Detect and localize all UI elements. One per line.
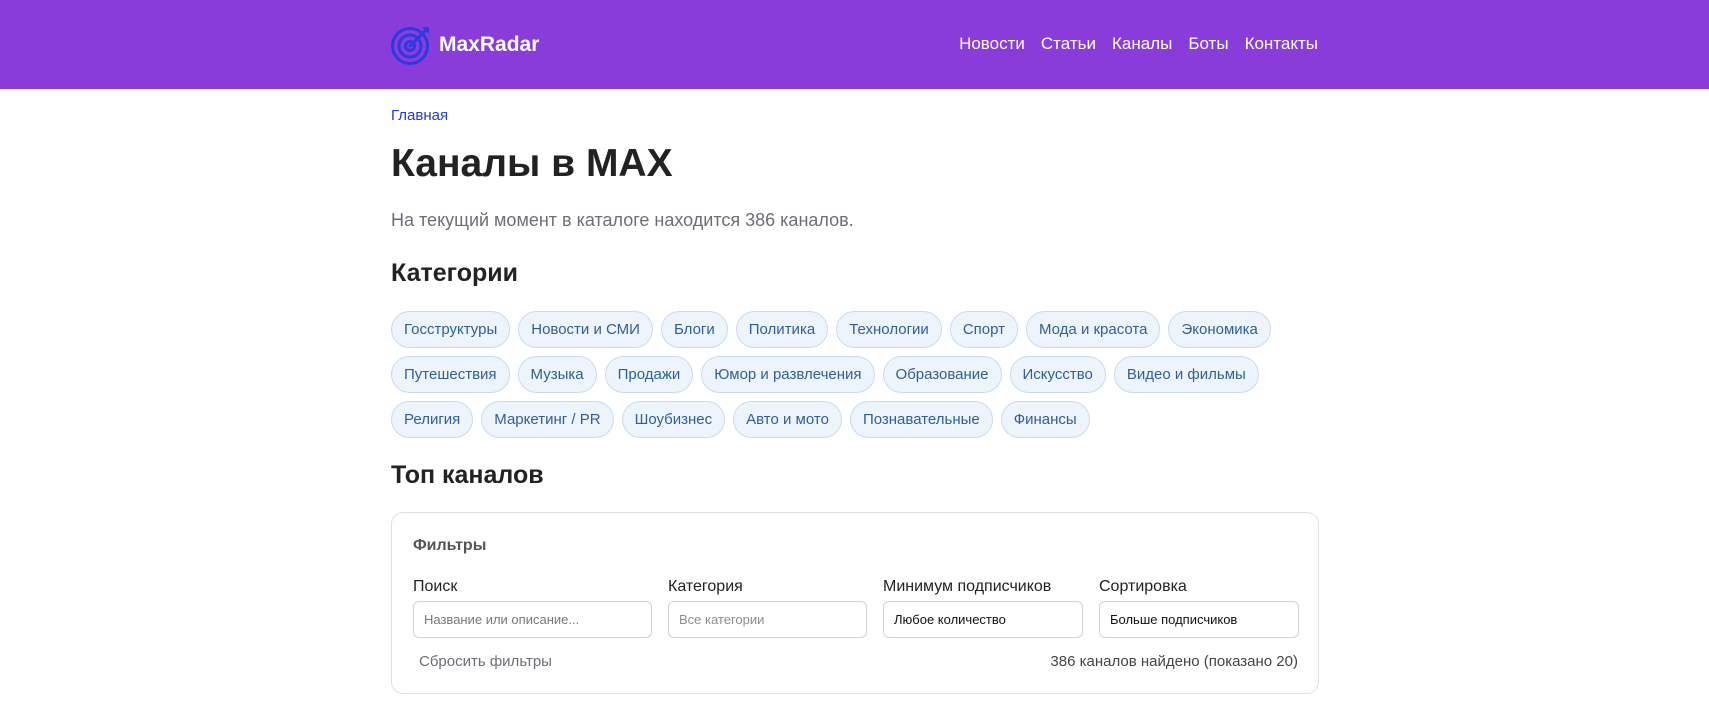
sort-label: Сортировка — [1099, 578, 1187, 595]
category-chip[interactable]: Религия — [391, 401, 474, 438]
nav-bots[interactable]: Боты — [1188, 31, 1228, 57]
category-chip[interactable]: Новости и СМИ — [518, 311, 653, 348]
category-label: Категория — [668, 578, 743, 595]
category-chip[interactable]: Финансы — [1000, 401, 1090, 438]
categories-heading: Категории — [391, 259, 518, 287]
category-chip[interactable]: Спорт — [949, 311, 1018, 348]
category-chip[interactable]: Блоги — [660, 311, 728, 348]
category-chip[interactable]: Мода и красота — [1026, 311, 1161, 348]
min-subscribers-select[interactable]: Любое количество — [883, 601, 1083, 638]
category-chip[interactable]: Госструктуры — [391, 311, 511, 348]
search-field: Поиск — [413, 578, 652, 638]
sort-field: Сортировка Больше подписчиков — [1099, 578, 1299, 638]
category-chip[interactable]: Искусство — [1009, 356, 1106, 393]
category-chip[interactable]: Авто и мото — [733, 401, 842, 438]
nav-news[interactable]: Новости — [959, 31, 1025, 57]
category-chip[interactable]: Образование — [882, 356, 1002, 393]
search-label: Поиск — [413, 578, 458, 595]
filters-title: Фильтры — [413, 537, 487, 554]
category-chip[interactable]: Политика — [735, 311, 829, 348]
category-chip[interactable]: Музыка — [517, 356, 597, 393]
nav-contacts[interactable]: Контакты — [1245, 31, 1318, 57]
breadcrumb-home[interactable]: Главная — [391, 107, 448, 124]
brand-link[interactable]: MaxRadar — [391, 25, 539, 65]
category-field: Категория Все категории — [668, 578, 867, 638]
category-chip[interactable]: Видео и фильмы — [1113, 356, 1259, 393]
min-subscribers-field: Минимум подписчиков Любое количество — [883, 578, 1083, 638]
category-chip[interactable]: Путешествия — [391, 356, 510, 393]
category-chip[interactable]: Продажи — [604, 356, 694, 393]
target-icon — [391, 27, 429, 65]
page-title: Каналы в MAX — [391, 142, 673, 185]
reset-filters-button[interactable]: Сбросить фильтры — [419, 653, 552, 670]
category-chip[interactable]: Познавательные — [849, 401, 993, 438]
brand-name: MaxRadar — [439, 33, 540, 56]
top-channels-heading: Топ каналов — [391, 461, 544, 489]
category-chip[interactable]: Технологии — [836, 311, 942, 348]
category-list: Госструктуры Новости и СМИ Блоги Политик… — [391, 311, 1319, 446]
catalog-count-text: На текущий момент в каталоге находится 3… — [391, 210, 854, 230]
category-chip[interactable]: Экономика — [1168, 311, 1271, 348]
filters-panel: Фильтры Поиск Категория Все категории Ми… — [391, 512, 1319, 694]
nav-articles[interactable]: Статьи — [1041, 31, 1096, 57]
site-header: MaxRadar Новости Статьи Каналы Боты Конт… — [0, 0, 1709, 89]
nav-channels[interactable]: Каналы — [1112, 31, 1172, 57]
category-chip[interactable]: Юмор и развлечения — [701, 356, 875, 393]
category-chip[interactable]: Маркетинг / PR — [481, 401, 614, 438]
search-input[interactable] — [413, 601, 652, 638]
category-select[interactable]: Все категории — [668, 601, 867, 638]
min-subscribers-label: Минимум подписчиков — [883, 578, 1052, 595]
sort-select[interactable]: Больше подписчиков — [1099, 601, 1299, 638]
results-count: 386 каналов найдено (показано 20) — [1050, 653, 1298, 670]
category-chip[interactable]: Шоубизнес — [621, 401, 726, 438]
main-nav: Новости Статьи Каналы Боты Контакты — [943, 31, 1318, 57]
